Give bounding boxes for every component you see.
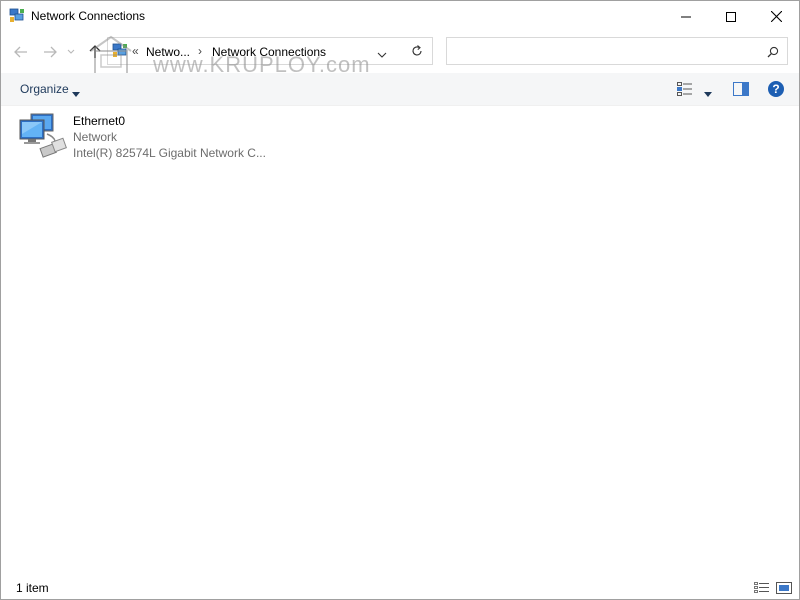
forward-button[interactable] (39, 41, 61, 63)
close-icon (770, 11, 782, 22)
change-view-icon[interactable] (677, 82, 693, 99)
search-icon (767, 46, 779, 61)
back-arrow-icon (14, 46, 27, 58)
help-button[interactable]: ? (768, 81, 784, 97)
refresh-icon (411, 45, 422, 56)
address-dropdown-button[interactable] (377, 47, 387, 61)
ethernet-adapter-icon (17, 112, 69, 163)
window-title: Network Connections (31, 9, 146, 23)
list-item[interactable]: Ethernet0 Network Intel(R) 82574L Gigabi… (17, 112, 277, 164)
recent-locations-button[interactable] (64, 41, 78, 63)
organize-button[interactable]: Organize (20, 82, 69, 96)
network-connections-icon (9, 8, 25, 24)
recent-locations-chevron-icon (67, 49, 75, 54)
search-input[interactable] (446, 37, 788, 65)
title-bar[interactable]: Network Connections (1, 1, 799, 32)
item-name: Ethernet0 (73, 114, 126, 128)
large-icons-view-icon[interactable] (776, 582, 792, 597)
forward-arrow-icon (44, 46, 57, 58)
chevron-down-icon (377, 52, 387, 58)
explorer-window: Network Connections « Netwo... › Network… (0, 0, 800, 600)
back-button[interactable] (10, 41, 32, 63)
status-bar: 1 item (1, 576, 799, 598)
preview-pane-icon[interactable] (733, 82, 749, 99)
item-adapter: Intel(R) 82574L Gigabit Network C... (73, 146, 266, 160)
details-view-icon[interactable] (754, 582, 770, 597)
minimize-icon (681, 16, 691, 17)
item-count: 1 item (16, 581, 49, 595)
minimize-button[interactable] (663, 1, 709, 32)
refresh-button[interactable] (401, 37, 433, 65)
maximize-button[interactable] (708, 1, 754, 32)
close-button[interactable] (753, 1, 799, 32)
organize-dropdown-icon[interactable] (72, 86, 80, 100)
view-dropdown-icon[interactable] (704, 86, 712, 100)
maximize-icon (726, 11, 736, 22)
command-bar: Organize ? (1, 73, 799, 106)
item-network: Network (73, 130, 118, 144)
